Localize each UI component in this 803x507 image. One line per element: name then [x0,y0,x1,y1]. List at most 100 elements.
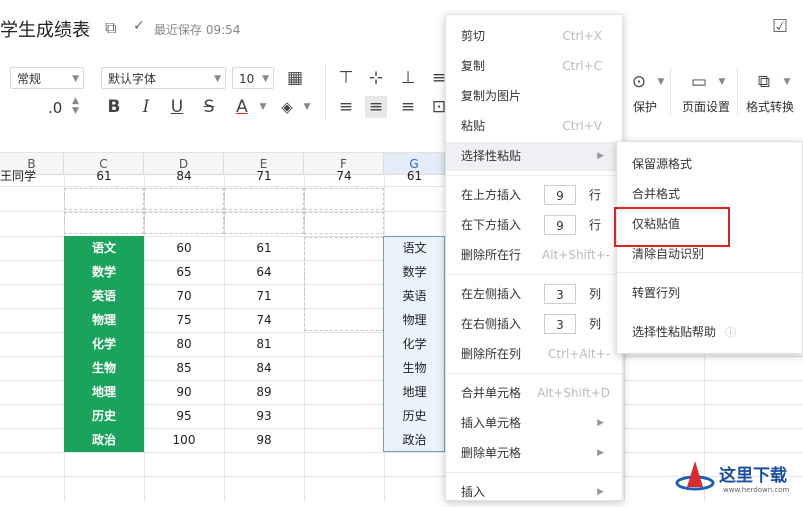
grid-cell[interactable]: 71 [224,284,304,308]
grid-cell[interactable]: 75 [144,308,224,332]
folder-move-icon[interactable]: ⧉ [105,18,116,38]
menu-item-copy-as-image[interactable]: 复制为图片 [446,82,622,111]
share-check-icon[interactable]: ☑ [772,16,788,37]
grid-cell[interactable]: 89 [224,380,304,404]
pasted-subject-cell[interactable]: 语文 [384,236,445,260]
menu-item-insert-below[interactable]: 在下方插入 9 行 [446,211,622,240]
pasted-subject-cell[interactable]: 历史 [384,404,445,428]
format-convert-button[interactable]: 格式转换 [746,98,794,115]
grid-cell[interactable]: 100 [144,428,224,452]
align-left-icon[interactable]: ≡ [335,96,357,118]
chevron-down-icon[interactable]: ▼ [296,96,318,118]
insert-above-count-input[interactable]: 9 [544,185,576,205]
protect-button[interactable]: 保护 [633,98,657,115]
grid-cell[interactable]: 74 [224,308,304,332]
grid-cell[interactable]: 61 [224,236,304,260]
font-family-select[interactable]: 默认字体 ▼ [101,67,226,89]
menu-item-insert-right[interactable]: 在右侧插入 3 列 [446,310,622,339]
menu-item-copy[interactable]: 复制 Ctrl+C [446,52,622,81]
grid-cell[interactable]: 90 [144,380,224,404]
page-setup-icon[interactable]: ▭ [688,71,710,93]
pasted-subject-cell[interactable]: 政治 [384,428,445,452]
align-center-icon[interactable]: ≡ [365,96,387,118]
subject-cell[interactable]: 语文 [64,236,144,260]
chevron-down-icon[interactable]: ▼ [776,71,798,93]
menu-item-paste-special[interactable]: 选择性粘贴 ▶ [446,142,622,171]
insert-below-count-input[interactable]: 9 [544,215,576,235]
lock-icon[interactable]: ⊙ [628,71,650,93]
chevron-down-icon[interactable]: ▼ [650,71,672,93]
subject-cell[interactable]: 历史 [64,404,144,428]
subject-cell[interactable]: 地理 [64,380,144,404]
insert-right-count-input[interactable]: 3 [544,314,576,334]
grid-cell[interactable]: 61 [384,170,445,186]
grid-cell[interactable]: 74 [304,170,384,186]
subject-cell[interactable]: 英语 [64,284,144,308]
grid-cell[interactable]: 70 [144,284,224,308]
submenu-item-merge-format[interactable]: 合并格式 [617,180,802,209]
subject-cell[interactable]: 数学 [64,260,144,284]
align-right-icon[interactable]: ≡ [397,96,419,118]
grid-cell[interactable]: 71 [224,170,304,186]
grid-cell[interactable]: 98 [224,428,304,452]
subject-cell[interactable]: 生物 [64,356,144,380]
menu-item-insert[interactable]: 插入 ▶ [446,478,622,507]
grid-cell[interactable]: 王同学 [0,170,64,186]
pasted-subject-cell[interactable]: 地理 [384,380,445,404]
stepper-icon[interactable]: ▲ ▼ [72,96,79,116]
grid-cell[interactable]: 65 [144,260,224,284]
subject-cell[interactable]: 物理 [64,308,144,332]
submenu-item-paste-special-help[interactable]: 选择性粘贴帮助 ⓘ [617,318,802,347]
grid-cell[interactable]: 85 [144,356,224,380]
insert-left-count-input[interactable]: 3 [544,284,576,304]
italic-button[interactable]: I [135,96,157,118]
pasted-subject-cell[interactable]: 化学 [384,332,445,356]
menu-item-paste[interactable]: 粘贴 Ctrl+V [446,112,622,141]
grid-cell[interactable]: 80 [144,332,224,356]
menu-item-delete-row[interactable]: 删除所在行 Alt+Shift+- [446,241,622,270]
font-color-button[interactable]: A [231,96,253,118]
menu-item-merge-cells[interactable]: 合并单元格 Alt+Shift+D [446,379,622,408]
grid-cell[interactable]: 60 [144,236,224,260]
subject-cell[interactable]: 政治 [64,428,144,452]
copied-cell-outline [64,212,144,234]
decimal-button[interactable]: .0 [48,99,62,117]
bold-button[interactable]: B [103,96,125,118]
strikethrough-button[interactable]: S [198,96,220,118]
chevron-down-icon[interactable]: ▼ [252,96,274,118]
format-convert-icon[interactable]: ⧉ [753,71,775,93]
highlight-box [614,207,730,247]
menu-item-insert-cells[interactable]: 插入单元格 ▶ [446,409,622,438]
align-bottom-icon[interactable]: ⊥ [397,67,419,89]
menu-item-insert-left[interactable]: 在左侧插入 3 列 [446,280,622,309]
grid-cell[interactable]: 95 [144,404,224,428]
pasted-subject-cell[interactable]: 数学 [384,260,445,284]
page-setup-button[interactable]: 页面设置 [682,98,730,115]
pasted-subject-cell[interactable]: 英语 [384,284,445,308]
subject-cell[interactable]: 化学 [64,332,144,356]
fill-color-icon[interactable]: ◈ [276,96,298,118]
submenu-item-transpose[interactable]: 转置行列 [617,279,802,308]
align-middle-icon[interactable]: ⊹ [365,67,387,89]
grid-cell[interactable]: 61 [64,170,144,186]
star-icon[interactable]: ☆ [77,18,91,37]
grid-cell[interactable]: 84 [144,170,224,186]
menu-divider [446,274,622,275]
font-size-select[interactable]: 10 ▼ [232,67,274,89]
pasted-subject-cell[interactable]: 物理 [384,308,445,332]
menu-item-delete-column[interactable]: 删除所在列 Ctrl+Alt+- [446,340,622,369]
chevron-down-icon[interactable]: ▼ [711,71,733,93]
menu-item-insert-above[interactable]: 在上方插入 9 行 [446,181,622,210]
menu-item-cut[interactable]: 剪切 Ctrl+X [446,22,622,51]
grid-cell[interactable]: 84 [224,356,304,380]
grid-cell[interactable]: 64 [224,260,304,284]
submenu-item-keep-source-format[interactable]: 保留源格式 [617,150,802,179]
grid-cell[interactable]: 93 [224,404,304,428]
menu-item-delete-cells[interactable]: 删除单元格 ▶ [446,439,622,468]
align-top-icon[interactable]: ⊤ [335,67,357,89]
border-icon[interactable]: ▦ [284,67,306,89]
grid-cell[interactable]: 81 [224,332,304,356]
pasted-subject-cell[interactable]: 生物 [384,356,445,380]
number-format-select[interactable]: 常规 ▼ [10,67,84,89]
underline-button[interactable]: U [166,96,188,118]
